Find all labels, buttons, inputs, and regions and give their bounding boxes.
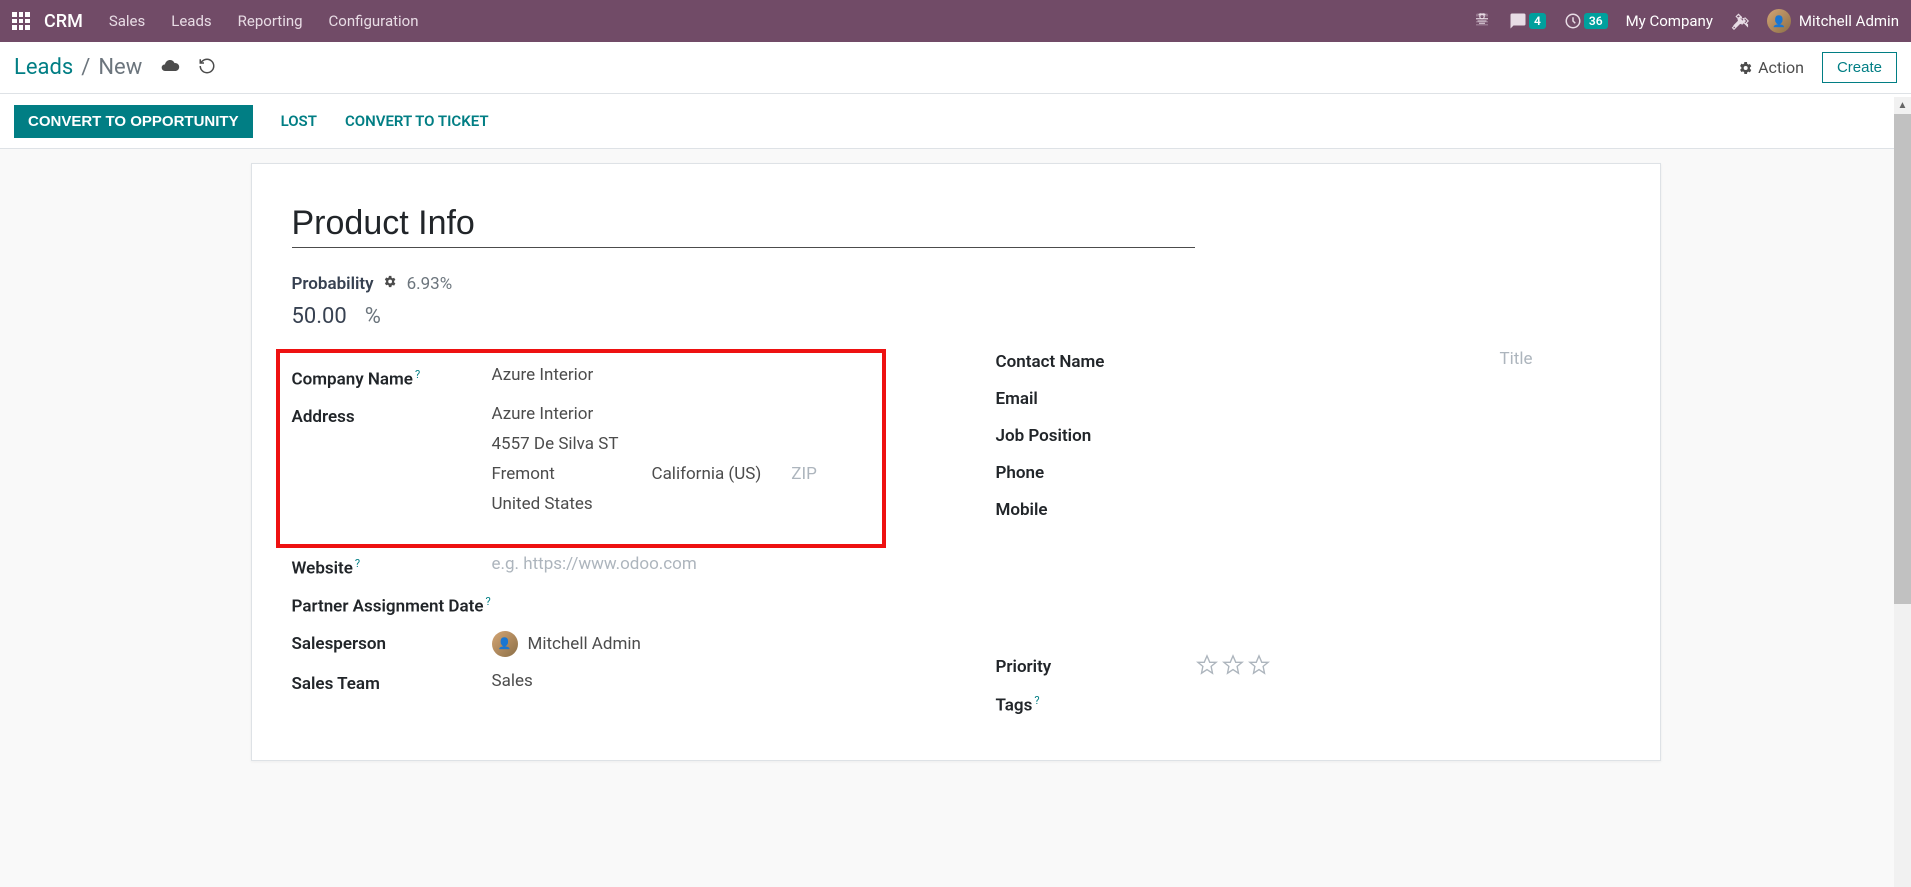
address-country-field[interactable]: United States [492, 494, 870, 514]
company-name-label: Company Name? [292, 365, 492, 390]
partner-assignment-label: Partner Assignment Date? [292, 592, 492, 617]
tools-icon[interactable] [1731, 12, 1749, 30]
activities-icon[interactable]: 36 [1564, 12, 1608, 30]
user-menu[interactable]: 👤 Mitchell Admin [1767, 9, 1899, 33]
salesperson-name: Mitchell Admin [528, 634, 641, 654]
probability-value[interactable]: 50.00 [292, 304, 347, 329]
mobile-label: Mobile [996, 497, 1196, 520]
sales-team-label: Sales Team [292, 671, 492, 694]
company-switcher[interactable]: My Company [1626, 12, 1713, 30]
address-state-field[interactable]: California (US) [652, 464, 762, 484]
contact-name-label: Contact Name [996, 349, 1256, 372]
form-sheet: Probability 6.93% 50.00 % Company Name? … [251, 163, 1661, 761]
save-cloud-icon[interactable] [160, 56, 180, 80]
star-icon[interactable] [1248, 654, 1270, 676]
discard-icon[interactable] [198, 57, 216, 79]
title-field[interactable]: Title [1500, 349, 1620, 369]
tags-label: Tags? [996, 691, 1196, 716]
company-highlight-box: Company Name? Azure Interior Address Azu… [276, 349, 886, 548]
breadcrumb-parent[interactable]: Leads [14, 55, 73, 80]
star-icon[interactable] [1196, 654, 1218, 676]
apps-icon[interactable] [12, 12, 30, 30]
avatar-icon: 👤 [1767, 9, 1791, 33]
company-name-field[interactable]: Azure Interior [492, 365, 870, 385]
salesperson-field[interactable]: 👤 Mitchell Admin [492, 631, 916, 657]
messages-icon[interactable]: 4 [1509, 12, 1546, 30]
breadcrumb-current: New [98, 55, 142, 80]
address-zip-field[interactable]: ZIP [791, 464, 817, 484]
nav-sales[interactable]: Sales [109, 12, 145, 30]
percent-sign: % [365, 304, 381, 329]
top-nav: CRM Sales Leads Reporting Configuration … [0, 0, 1911, 42]
convert-opportunity-button[interactable]: CONVERT TO OPPORTUNITY [14, 105, 253, 138]
salesperson-label: Salesperson [292, 631, 492, 654]
website-label: Website? [292, 554, 492, 579]
nav-configuration[interactable]: Configuration [329, 12, 419, 30]
website-field[interactable]: e.g. https://www.odoo.com [492, 554, 916, 574]
lost-button[interactable]: LOST [267, 104, 331, 138]
phone-icon[interactable] [1473, 12, 1491, 30]
messages-badge: 4 [1529, 13, 1546, 29]
create-button[interactable]: Create [1822, 52, 1897, 83]
probability-label: Probability [292, 274, 374, 294]
action-dropdown[interactable]: Action [1737, 58, 1804, 77]
email-label: Email [996, 386, 1196, 409]
action-label: Action [1758, 58, 1804, 77]
convert-ticket-button[interactable]: CONVERT TO TICKET [331, 104, 503, 138]
probability-hint: 6.93% [407, 274, 453, 294]
brand-label[interactable]: CRM [44, 11, 83, 32]
activities-badge: 36 [1584, 13, 1608, 29]
status-bar: CONVERT TO OPPORTUNITY LOST CONVERT TO T… [0, 94, 1911, 149]
scroll-thumb[interactable] [1894, 114, 1911, 604]
star-icon[interactable] [1222, 654, 1244, 676]
address-label: Address [292, 404, 492, 427]
scrollbar[interactable]: ▲ [1894, 97, 1911, 887]
address-street-field[interactable]: 4557 De Silva ST [492, 434, 870, 454]
priority-stars[interactable] [1196, 654, 1620, 676]
nav-leads[interactable]: Leads [171, 12, 211, 30]
address-city-field[interactable]: Fremont [492, 464, 622, 484]
job-position-label: Job Position [996, 423, 1196, 446]
salesperson-avatar-icon: 👤 [492, 631, 518, 657]
priority-label: Priority [996, 654, 1196, 677]
lead-name-input[interactable] [292, 204, 1195, 248]
address-name-field[interactable]: Azure Interior [492, 404, 870, 424]
phone-label: Phone [996, 460, 1196, 483]
nav-reporting[interactable]: Reporting [238, 12, 303, 30]
breadcrumb-sep: / [81, 55, 90, 80]
sales-team-field[interactable]: Sales [492, 671, 916, 691]
breadcrumb-bar: Leads / New Action Create [0, 42, 1911, 94]
scroll-up-icon[interactable]: ▲ [1894, 97, 1911, 114]
user-name: Mitchell Admin [1799, 12, 1899, 30]
probability-gear-icon[interactable] [382, 274, 397, 294]
